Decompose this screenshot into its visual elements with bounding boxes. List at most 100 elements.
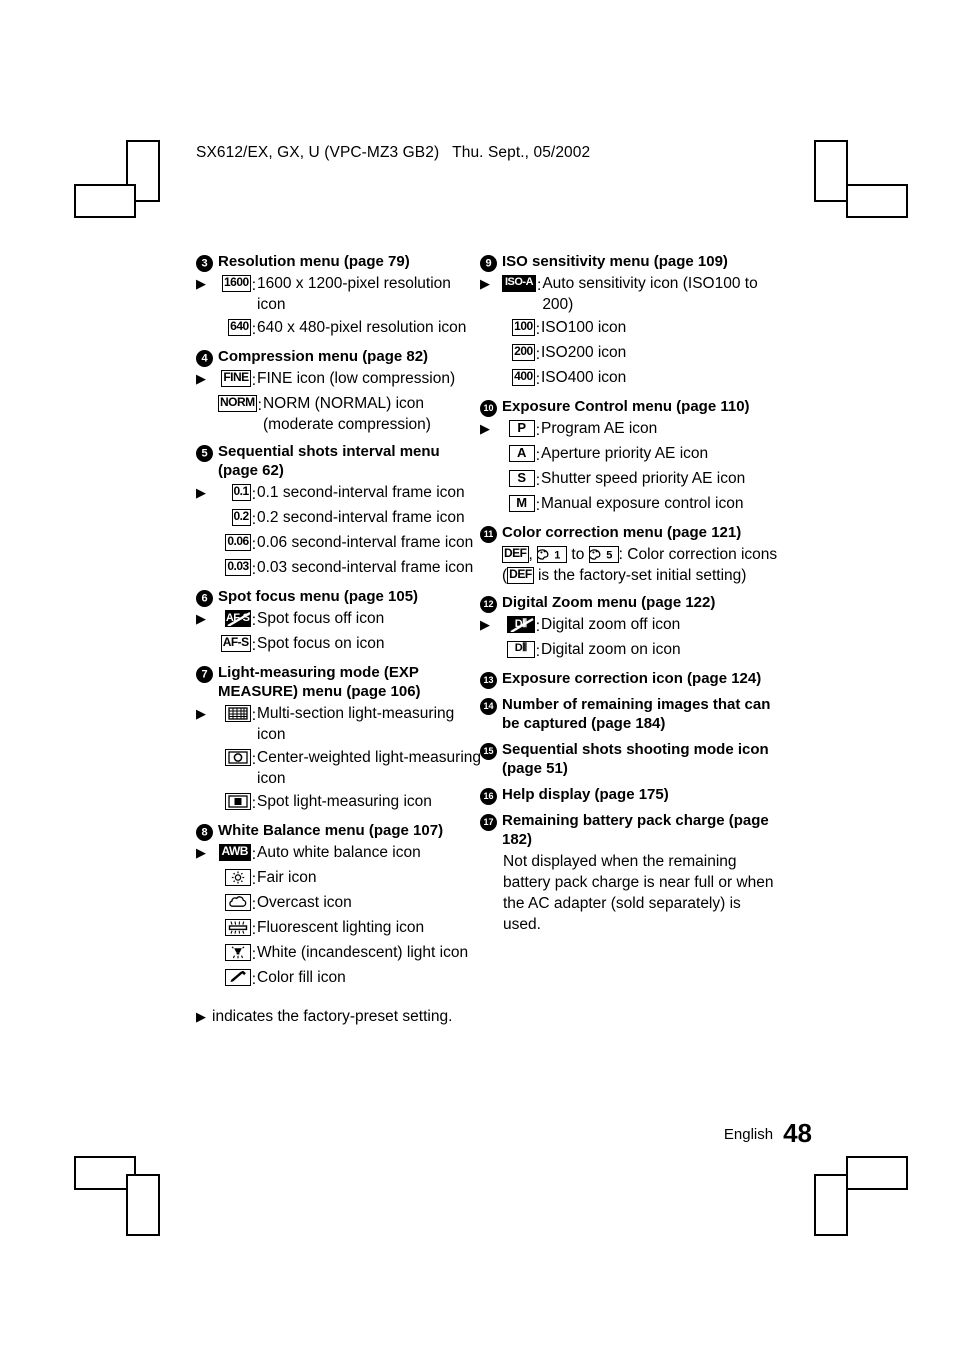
manual-page: SX612/EX, GX, U (VPC-MZ3 GB2) Thu. Sept.… [0,0,954,1352]
center-weighted-metering-icon [224,749,251,766]
icon-definition-row: ▶ 0.1:0.1 second-interval frame icon [196,482,482,505]
icon-description: Digital zoom off icon [541,616,681,633]
icon-sample: 100: [502,317,540,340]
section-heading: 4 Compression menu (page 82) [196,347,482,367]
section-heading: 7 Light-measuring mode (EXP MEASURE) menu… [196,663,482,701]
right-content-column: 9 ISO sensitivity menu (page 109) ▶ ISO-A: A… [480,252,780,935]
factory-preset-arrow-icon: ▶ [196,706,206,721]
color-palette-5-icon: 5 [588,546,619,564]
section-heading: 11 Color correction menu (page 121) [480,523,780,543]
section-body-text: Not displayed when the remaining battery… [503,853,774,933]
exposure-mode-p-icon: P [508,420,535,437]
icon-definition-row: ▶ 1600:1600 x 1200-pixel resolution icon [196,273,482,315]
digital-zoom-off-icon: D⦀ [506,616,535,633]
default-color-icon: DEF [502,546,529,564]
icon-definition-row: ▶:White (incandescent) light icon [196,942,482,965]
icon-sample: : [218,747,256,789]
icon-definition-row: ▶ P: Program AE icon [480,418,780,441]
section-heading: 13 Exposure correction icon (page 124) [480,669,780,689]
icon-sample: : [218,967,256,990]
multi-section-metering-icon [224,705,251,722]
icon-definition-row: ▶A:Aperture priority AE icon [480,443,780,466]
section-title: Compression menu (page 82) [218,348,429,365]
icon-description: Digital zoom on icon [541,641,681,658]
section-heading: 14 Number of remaining images that can be… [480,695,780,733]
section-title: Light-measuring mode (EXP MEASURE) menu … [218,664,421,700]
section-number-badge: 13 [480,672,502,689]
section-heading: 9 ISO sensitivity menu (page 109) [480,252,780,272]
icon-sample: AF-S: [218,608,256,631]
icon-definition-row: ▶D⦀:Digital zoom on icon [480,639,780,662]
factory-preset-arrow-icon: ▶ [196,611,206,626]
footer-language: English [723,1126,774,1143]
section-number-badge: 10 [480,400,502,417]
exposure-mode-s-icon: S [508,470,535,487]
icon-description: Spot light-measuring icon [257,793,432,810]
icon-description: 640 x 480-pixel resolution icon [257,319,467,336]
section-title: Exposure correction icon (page 124) [502,670,762,687]
factory-preset-arrow-icon: ▶ [480,276,490,291]
crop-mark-vertical-bar [814,140,848,202]
section-title: Number of remaining images that can be c… [502,696,771,732]
icon-sample: 200: [502,342,540,365]
svg-text:7: 7 [201,669,207,681]
icon-definition-row: ▶0.03:0.03 second-interval frame icon [196,557,482,580]
section-number-badge: 8 [196,824,218,841]
icon-definition-row: ▶640:640 x 480-pixel resolution icon [196,317,482,340]
icon-sample: 0.03: [218,557,256,580]
value-icon-0-03: 0.03 [225,559,251,576]
section-heading: 8 White Balance menu (page 107) [196,821,482,841]
icon-description: 0.1 second-interval frame icon [257,484,465,501]
icon-sample: P: [502,418,540,441]
crop-mark-horizontal-bar [74,184,136,218]
icon-description: 0.2 second-interval frame icon [257,509,465,526]
section-title: Resolution menu (page 79) [218,253,410,270]
icon-definition-row: ▶S:Shutter speed priority AE icon [480,468,780,491]
value-icon-1600: 1600 [221,275,251,292]
fluorescent-lighting-icon [224,919,251,936]
icon-sample: 0.06: [218,532,256,555]
icon-definition-row: ▶ AF-S: Spot focus off icon [196,608,482,631]
svg-text:3: 3 [201,258,207,270]
value-icon-0-2: 0.2 [231,509,251,526]
icon-description: Auto sensitivity icon (ISO100 to 200) [542,275,758,313]
page-footer: English 48 [0,1118,812,1149]
icon-description: Fluorescent lighting icon [257,919,425,936]
svg-text:11: 11 [484,529,494,539]
section-title: Remaining battery pack charge (page 182) [502,812,769,848]
section-number-badge: 9 [480,255,502,272]
fair-weather-icon [224,869,251,886]
svg-text:8: 8 [201,827,207,839]
icon-description: Color fill icon [257,969,346,986]
icon-definition-row: ▶AF-S:Spot focus on icon [196,633,482,656]
value-icon-400: 400 [512,369,535,386]
overcast-icon [224,894,251,911]
section-title: Spot focus menu (page 105) [218,588,419,605]
icon-description: ISO400 icon [541,369,627,386]
icon-definition-row: ▶100:ISO100 icon [480,317,780,340]
icon-sample: NORM: [218,393,262,435]
factory-preset-arrow-icon: ▶ [196,485,206,500]
icon-definition-row: ▶: Multi-section light-measuring icon [196,703,482,745]
icon-definition-row: ▶:Fluorescent lighting icon [196,917,482,940]
svg-text:4: 4 [201,353,208,365]
factory-preset-arrow-icon: ▶ [480,421,490,436]
icon-sample: D⦀: [502,639,540,662]
color-palette-1-icon: 1 [537,546,568,564]
incandescent-light-icon [224,944,251,961]
section-number-badge: 11 [480,526,502,543]
icon-description: FINE icon (low compression) [257,370,456,387]
svg-text:9: 9 [485,258,491,270]
digital-zoom-on-icon: D⦀ [506,641,535,658]
icon-sample: : [218,917,256,940]
icon-sample: 400: [502,367,540,390]
icon-definition-row: ▶:Center-weighted light-measuring icon [196,747,482,789]
factory-preset-note-text: indicates the factory-preset setting. [212,1008,453,1025]
icon-definition-row: ▶0.2:0.2 second-interval frame icon [196,507,482,530]
section-title: Help display (page 175) [502,786,669,803]
icon-description: 0.06 second-interval frame icon [257,534,474,551]
icon-description: ISO100 icon [541,319,627,336]
comma-separator: , [528,546,538,563]
range-to-label: to [567,546,589,563]
icon-description: Fair icon [257,869,317,886]
